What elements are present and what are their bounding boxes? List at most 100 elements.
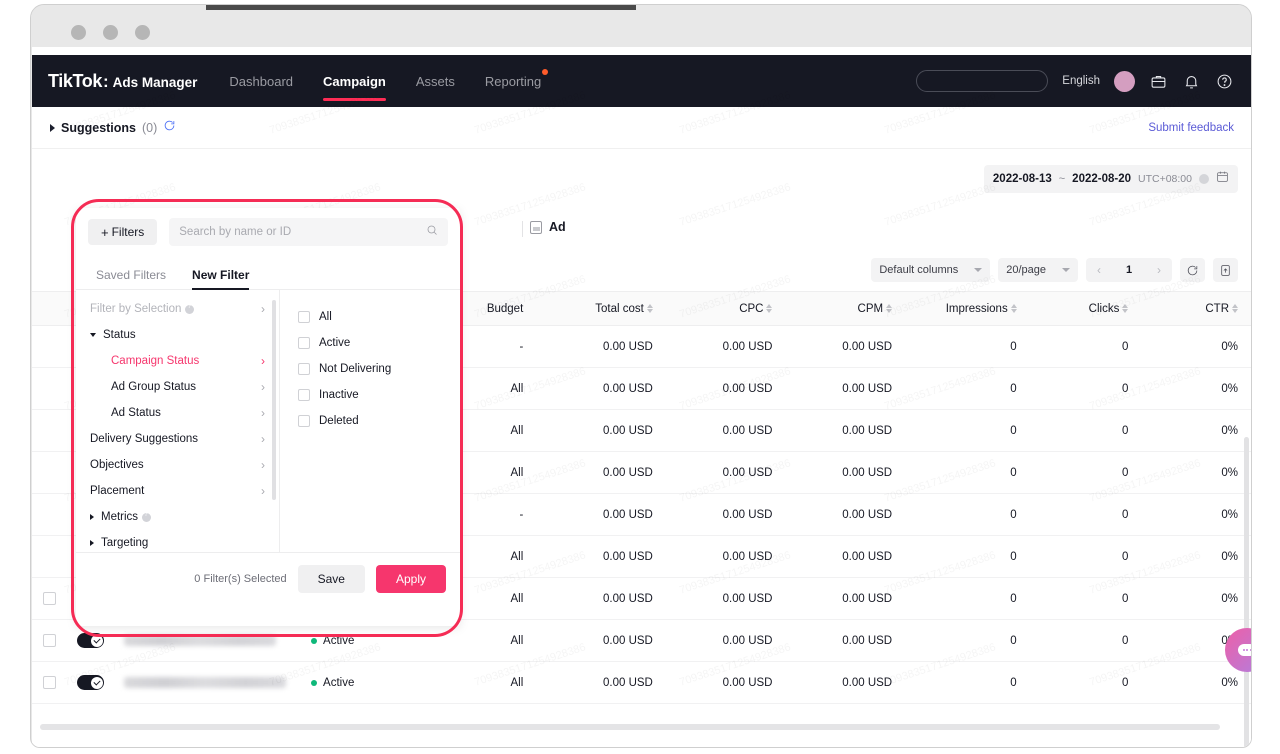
checkbox[interactable] xyxy=(298,389,310,401)
row-name-cell[interactable] xyxy=(114,677,303,688)
row-status-toggle[interactable] xyxy=(77,675,105,690)
page-viewport: TikTok : Ads Manager Dashboard Campaign … xyxy=(32,47,1251,747)
maximize-dot[interactable] xyxy=(135,25,150,40)
bell-icon[interactable] xyxy=(1182,72,1201,91)
global-search-input[interactable] xyxy=(916,70,1049,92)
sort-icon[interactable] xyxy=(1122,303,1129,314)
refresh-icon[interactable] xyxy=(163,119,176,137)
filter-category-ad-group-status[interactable]: Ad Group Status › xyxy=(76,374,279,400)
submit-feedback-link[interactable]: Submit feedback xyxy=(1148,122,1234,134)
current-page[interactable]: 1 xyxy=(1112,264,1146,276)
header-cpm[interactable]: CPM xyxy=(786,303,906,315)
nav-item-campaign[interactable]: Campaign xyxy=(323,71,386,101)
filter-category-objectives[interactable]: Objectives › xyxy=(76,452,279,478)
header-total-cost[interactable]: Total cost xyxy=(537,303,667,315)
nav-item-assets[interactable]: Assets xyxy=(416,71,455,92)
avatar[interactable] xyxy=(1114,70,1135,92)
row-name-cell[interactable] xyxy=(114,635,303,646)
filter-category-filter-by-selection[interactable]: Filter by Selection › xyxy=(76,296,279,322)
header-clicks[interactable]: Clicks xyxy=(1031,303,1143,315)
minimize-dot[interactable] xyxy=(103,25,118,40)
filter-option-all[interactable]: All xyxy=(298,304,460,330)
row-toggle-cell[interactable] xyxy=(68,633,114,648)
language-selector[interactable]: English xyxy=(1062,75,1100,87)
tab-ad[interactable]: Ad xyxy=(530,220,566,234)
filter-option-deleted[interactable]: Deleted xyxy=(298,408,460,434)
table-row[interactable]: ActiveAll0.00 USD0.00 USD0.00 USD000% xyxy=(32,662,1251,704)
refresh-button[interactable] xyxy=(1180,258,1205,282)
checkbox[interactable] xyxy=(298,337,310,349)
vertical-scrollbar[interactable] xyxy=(1244,437,1249,747)
nav-item-dashboard[interactable]: Dashboard xyxy=(229,71,293,92)
header-clicks-label: Clicks xyxy=(1088,302,1120,315)
row-checkbox[interactable] xyxy=(43,634,57,647)
row-checkbox[interactable] xyxy=(43,676,57,689)
filter-category-campaign-status[interactable]: Campaign Status › xyxy=(76,348,279,374)
table-row[interactable]: ActiveAll0.00 USD0.00 USD0.00 USD000% xyxy=(32,620,1251,662)
filter-category-status[interactable]: Status xyxy=(76,322,279,348)
help-icon[interactable] xyxy=(142,511,152,522)
filter-list-scrollbar[interactable] xyxy=(272,300,276,500)
window-controls[interactable] xyxy=(71,25,150,40)
sort-icon[interactable] xyxy=(646,303,653,314)
cell-clicks: 0 xyxy=(1121,340,1129,353)
suggestions-toggle[interactable]: Suggestions (0) xyxy=(50,119,176,137)
filter-category-ad-status[interactable]: Ad Status › xyxy=(76,400,279,426)
header-ctr[interactable]: CTR xyxy=(1142,303,1251,315)
help-icon[interactable] xyxy=(1215,72,1234,91)
row-checkbox-cell[interactable] xyxy=(32,592,68,605)
briefcase-icon[interactable] xyxy=(1149,72,1168,91)
filter-option-inactive[interactable]: Inactive xyxy=(298,382,460,408)
help-icon[interactable] xyxy=(185,303,195,314)
export-button[interactable] xyxy=(1213,258,1238,282)
close-dot[interactable] xyxy=(71,25,86,40)
search-icon[interactable] xyxy=(426,223,438,241)
brand-logo[interactable]: TikTok : Ads Manager xyxy=(48,71,197,92)
filter-category-delivery-suggestions[interactable]: Delivery Suggestions › xyxy=(76,426,279,452)
sort-icon[interactable] xyxy=(1232,303,1238,314)
filter-category-placement[interactable]: Placement › xyxy=(76,478,279,504)
filter-category-targeting[interactable]: Targeting xyxy=(76,530,279,552)
help-icon[interactable] xyxy=(1199,174,1209,184)
tab-new-filter[interactable]: New Filter xyxy=(192,268,250,290)
row-checkbox-cell[interactable] xyxy=(32,634,68,647)
header-cpc[interactable]: CPC xyxy=(667,303,787,315)
row-status-cell: Active xyxy=(303,635,418,647)
calendar-icon[interactable] xyxy=(1216,170,1229,188)
filter-category-metrics[interactable]: Metrics xyxy=(76,504,279,530)
date-range-picker[interactable]: 2022-08-13 ~ 2022-08-20 UTC+08:00 xyxy=(983,165,1238,193)
next-page-button[interactable]: › xyxy=(1146,263,1172,277)
row-checkbox-cell[interactable] xyxy=(32,676,68,689)
filter-option-active[interactable]: Active xyxy=(298,330,460,356)
row-checkbox[interactable] xyxy=(43,592,57,605)
columns-select[interactable]: Default columns xyxy=(871,258,991,282)
filter-option-not-delivering[interactable]: Not Delivering xyxy=(298,356,460,382)
filter-category-label: Status xyxy=(103,329,136,341)
checkbox[interactable] xyxy=(298,415,310,427)
sort-icon[interactable] xyxy=(886,303,893,314)
sort-icon[interactable] xyxy=(766,303,773,314)
row-name-redacted xyxy=(123,635,276,646)
screenshot-root: TikTok : Ads Manager Dashboard Campaign … xyxy=(0,0,1280,754)
sort-icon[interactable] xyxy=(1010,303,1017,314)
header-impressions[interactable]: Impressions xyxy=(906,303,1031,315)
horizontal-scrollbar-thumb[interactable] xyxy=(40,724,1220,730)
cell-clicks: 0 xyxy=(1121,592,1129,605)
search-field[interactable] xyxy=(169,218,448,246)
tab-new-filter-label: New Filter xyxy=(192,268,250,282)
status-label: Active xyxy=(323,676,355,689)
checkbox[interactable] xyxy=(298,311,310,323)
filters-button[interactable]: + Filters xyxy=(88,219,158,245)
cell-cpc: 0.00 USD xyxy=(722,508,773,521)
checkbox[interactable] xyxy=(298,363,310,375)
apply-button[interactable]: Apply xyxy=(375,564,446,593)
row-toggle-cell[interactable] xyxy=(68,675,114,690)
prev-page-button[interactable]: ‹ xyxy=(1086,263,1112,277)
search-input[interactable] xyxy=(179,226,426,238)
page-size-select[interactable]: 20/page xyxy=(998,258,1078,282)
brand-ads-manager: Ads Manager xyxy=(112,74,198,90)
nav-item-reporting[interactable]: Reporting xyxy=(485,68,549,92)
tab-saved-filters[interactable]: Saved Filters xyxy=(96,268,166,289)
save-button[interactable]: Save xyxy=(297,564,365,593)
row-status-toggle[interactable] xyxy=(77,633,105,648)
